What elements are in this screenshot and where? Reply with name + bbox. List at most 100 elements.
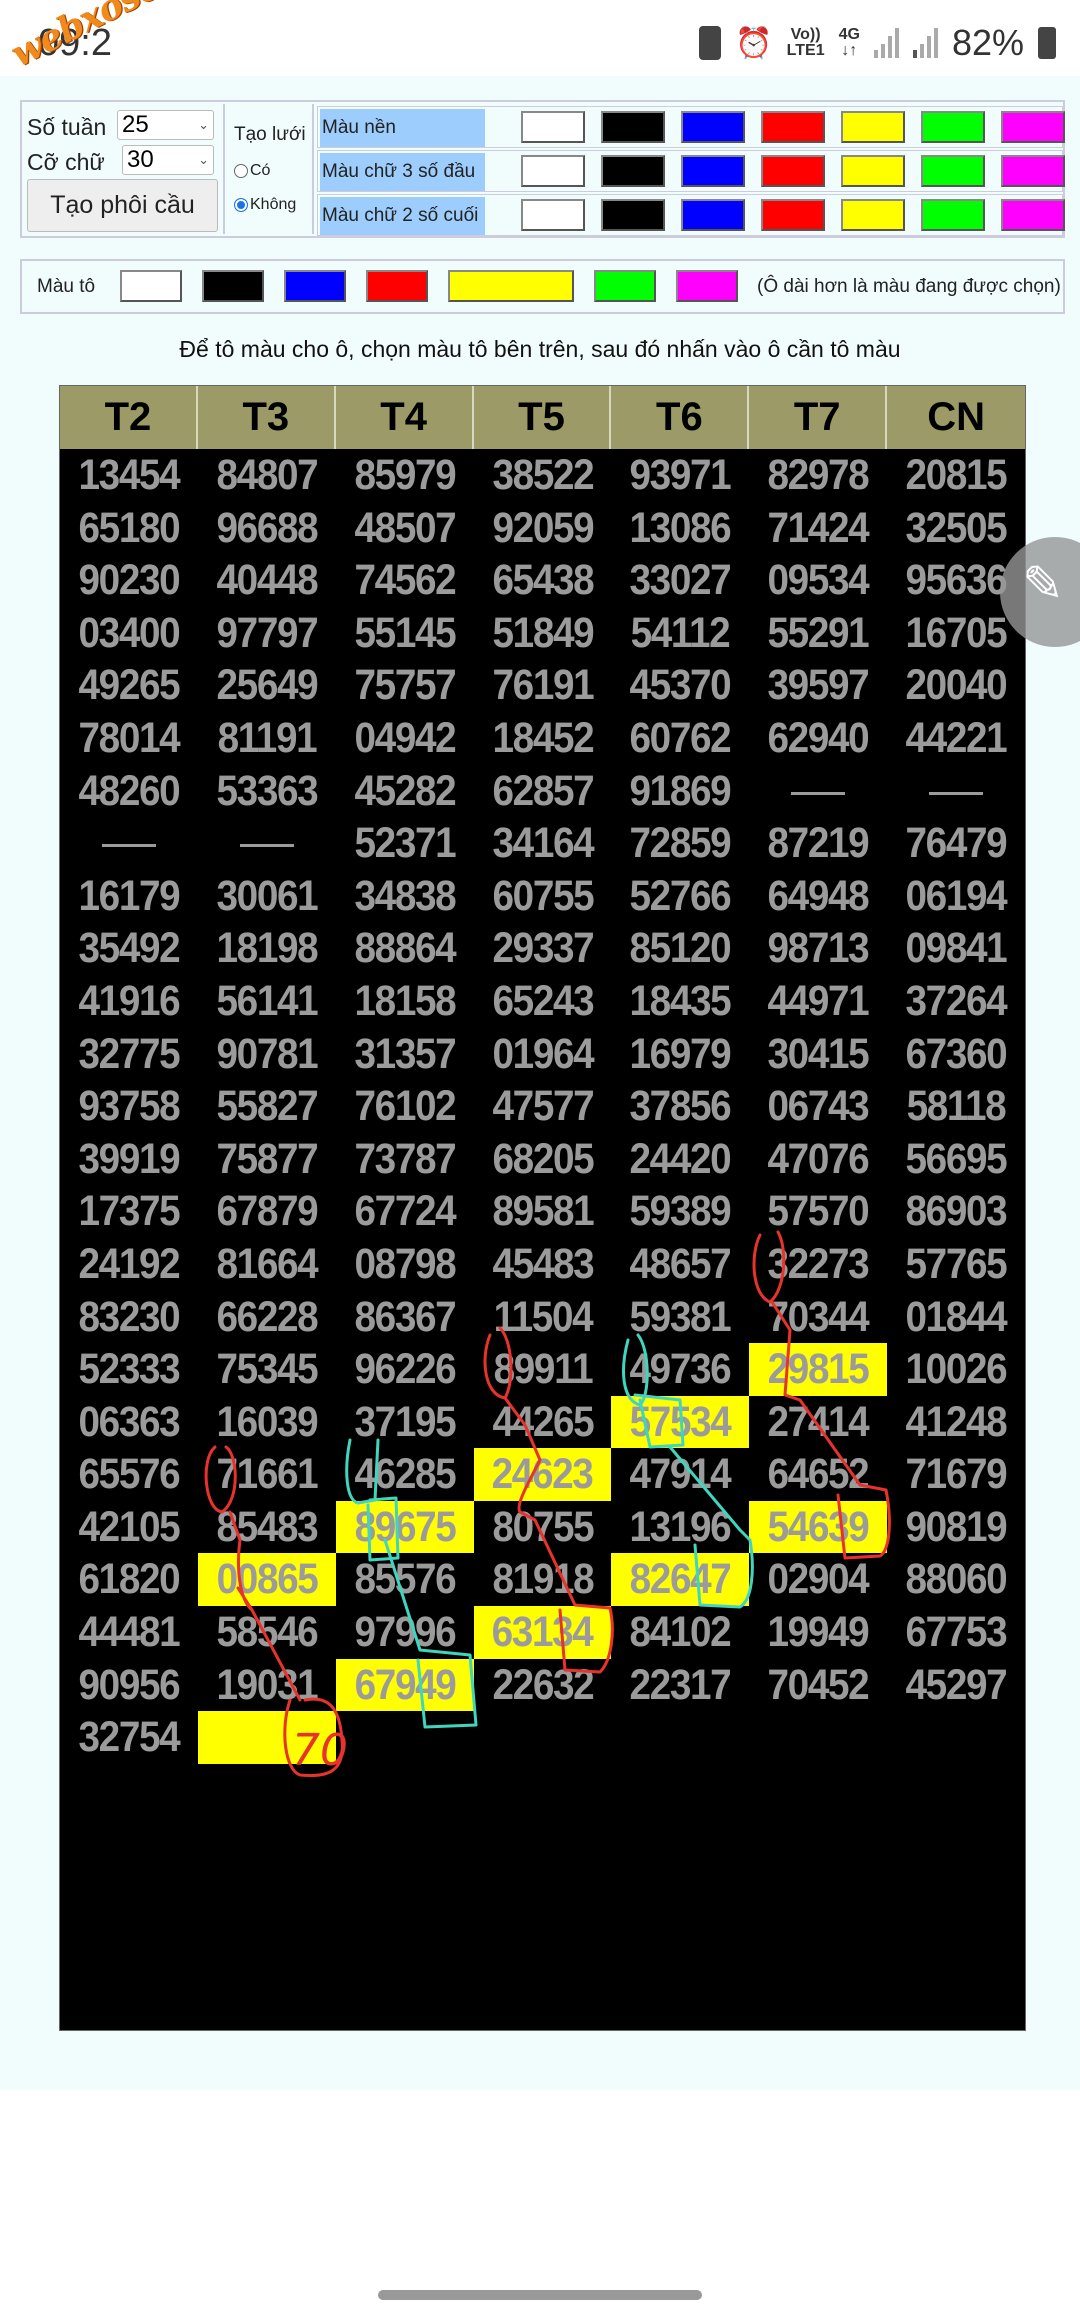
table-cell[interactable]: 45483 [480, 1238, 604, 1291]
table-cell[interactable]: 45297 [894, 1659, 1018, 1712]
table-cell[interactable]: 40448 [205, 554, 329, 607]
table-cell[interactable]: 29337 [480, 922, 604, 975]
table-cell[interactable]: 13454 [67, 449, 191, 502]
color-swatch[interactable] [841, 199, 905, 231]
table-cell[interactable]: 57534 [611, 1395, 750, 1449]
table-cell[interactable]: 09534 [756, 554, 880, 607]
table-cell[interactable]: 85979 [343, 449, 467, 502]
table-cell[interactable]: 89581 [480, 1185, 604, 1238]
table-cell[interactable]: 33027 [618, 554, 742, 607]
color-swatch[interactable] [761, 111, 825, 143]
table-cell[interactable]: 97996 [343, 1606, 467, 1659]
paint-swatch-selected[interactable] [448, 270, 574, 302]
table-cell[interactable]: 72859 [618, 817, 742, 870]
table-cell[interactable]: 71661 [205, 1448, 329, 1501]
table-cell[interactable]: 67949 [335, 1658, 474, 1712]
table-cell[interactable]: 76479 [894, 817, 1018, 870]
table-cell[interactable]: 53363 [205, 765, 329, 818]
table-cell[interactable]: 52766 [618, 870, 742, 923]
paint-swatch[interactable] [202, 270, 264, 302]
table-cell[interactable]: 58546 [205, 1606, 329, 1659]
table-cell[interactable]: 86903 [894, 1185, 1018, 1238]
table-cell[interactable]: 75877 [205, 1133, 329, 1186]
table-cell[interactable] [618, 1711, 742, 1764]
table-cell[interactable]: 29815 [749, 1343, 888, 1396]
table-cell[interactable]: 06743 [756, 1080, 880, 1133]
table-cell[interactable]: 76102 [343, 1080, 467, 1133]
table-cell[interactable]: 62857 [480, 765, 604, 818]
color-swatch[interactable] [601, 111, 665, 143]
table-cell[interactable] [756, 1711, 880, 1764]
table-cell[interactable]: 67724 [343, 1185, 467, 1238]
table-cell[interactable]: 18435 [618, 975, 742, 1028]
paint-swatch[interactable] [594, 270, 656, 302]
color-swatch[interactable] [521, 111, 585, 143]
table-cell[interactable]: 96226 [343, 1343, 467, 1396]
color-swatch[interactable] [761, 199, 825, 231]
table-cell[interactable]: 55827 [205, 1080, 329, 1133]
table-cell[interactable]: 19949 [756, 1606, 880, 1659]
table-cell[interactable]: 01844 [894, 1291, 1018, 1344]
color-swatch[interactable] [601, 199, 665, 231]
table-cell[interactable] [343, 1711, 467, 1764]
table-cell[interactable]: 55291 [756, 607, 880, 660]
table-cell[interactable] [756, 765, 880, 818]
radio-button-selected[interactable] [234, 198, 248, 212]
table-cell[interactable]: 64652 [756, 1448, 880, 1501]
table-cell[interactable]: 73787 [343, 1133, 467, 1186]
table-cell[interactable]: 09841 [894, 922, 1018, 975]
table-cell[interactable]: 49736 [618, 1343, 742, 1396]
table-cell[interactable]: 03400 [67, 607, 191, 660]
table-cell[interactable]: 06363 [67, 1396, 191, 1449]
table-cell[interactable]: 22317 [618, 1659, 742, 1712]
table-cell[interactable]: 52333 [67, 1343, 191, 1396]
table-cell[interactable]: 88864 [343, 922, 467, 975]
table-cell[interactable]: 24420 [618, 1133, 742, 1186]
grid-option-co[interactable]: Có [234, 162, 270, 180]
table-cell[interactable]: 81664 [205, 1238, 329, 1291]
home-indicator[interactable] [378, 2290, 702, 2300]
table-cell[interactable]: 08798 [343, 1238, 467, 1291]
table-cell[interactable]: 37195 [343, 1396, 467, 1449]
table-cell[interactable]: 54639 [749, 1500, 888, 1554]
table-cell[interactable]: 67753 [894, 1606, 1018, 1659]
table-cell[interactable]: 59389 [618, 1185, 742, 1238]
table-cell[interactable]: 35492 [67, 922, 191, 975]
table-cell[interactable]: 66228 [205, 1291, 329, 1344]
table-cell[interactable]: 81191 [205, 712, 329, 765]
table-cell[interactable]: 49265 [67, 659, 191, 712]
table-cell[interactable]: 47577 [480, 1080, 604, 1133]
table-cell[interactable]: 68205 [480, 1133, 604, 1186]
table-cell[interactable]: 56695 [894, 1133, 1018, 1186]
table-cell[interactable]: 92059 [480, 502, 604, 555]
table-cell[interactable]: 76191 [480, 659, 604, 712]
table-cell[interactable] [197, 1711, 336, 1764]
table-cell[interactable] [480, 1711, 604, 1764]
table-cell[interactable]: 17375 [67, 1185, 191, 1238]
table-cell[interactable]: 86367 [343, 1291, 467, 1344]
table-cell[interactable]: 25649 [205, 659, 329, 712]
table-cell[interactable]: 74562 [343, 554, 467, 607]
table-cell[interactable] [67, 817, 191, 870]
table-cell[interactable]: 98713 [756, 922, 880, 975]
table-cell[interactable]: 78014 [67, 712, 191, 765]
table-cell[interactable]: 82978 [756, 449, 880, 502]
table-cell[interactable]: 60755 [480, 870, 604, 923]
table-cell[interactable]: 45282 [343, 765, 467, 818]
table-cell[interactable]: 56141 [205, 975, 329, 1028]
table-cell[interactable]: 71679 [894, 1448, 1018, 1501]
table-cell[interactable]: 65243 [480, 975, 604, 1028]
color-swatch[interactable] [921, 155, 985, 187]
table-cell[interactable]: 22632 [480, 1659, 604, 1712]
table-cell[interactable]: 96688 [205, 502, 329, 555]
table-cell[interactable]: 24623 [473, 1448, 612, 1501]
table-cell[interactable]: 44221 [894, 712, 1018, 765]
color-swatch[interactable] [681, 199, 745, 231]
table-cell[interactable]: 54112 [618, 607, 742, 660]
table-cell[interactable]: 89675 [335, 1500, 474, 1554]
color-swatch[interactable] [841, 155, 905, 187]
color-swatch[interactable] [681, 155, 745, 187]
table-cell[interactable]: 67879 [205, 1185, 329, 1238]
paint-swatch[interactable] [366, 270, 428, 302]
table-cell[interactable]: 51849 [480, 607, 604, 660]
